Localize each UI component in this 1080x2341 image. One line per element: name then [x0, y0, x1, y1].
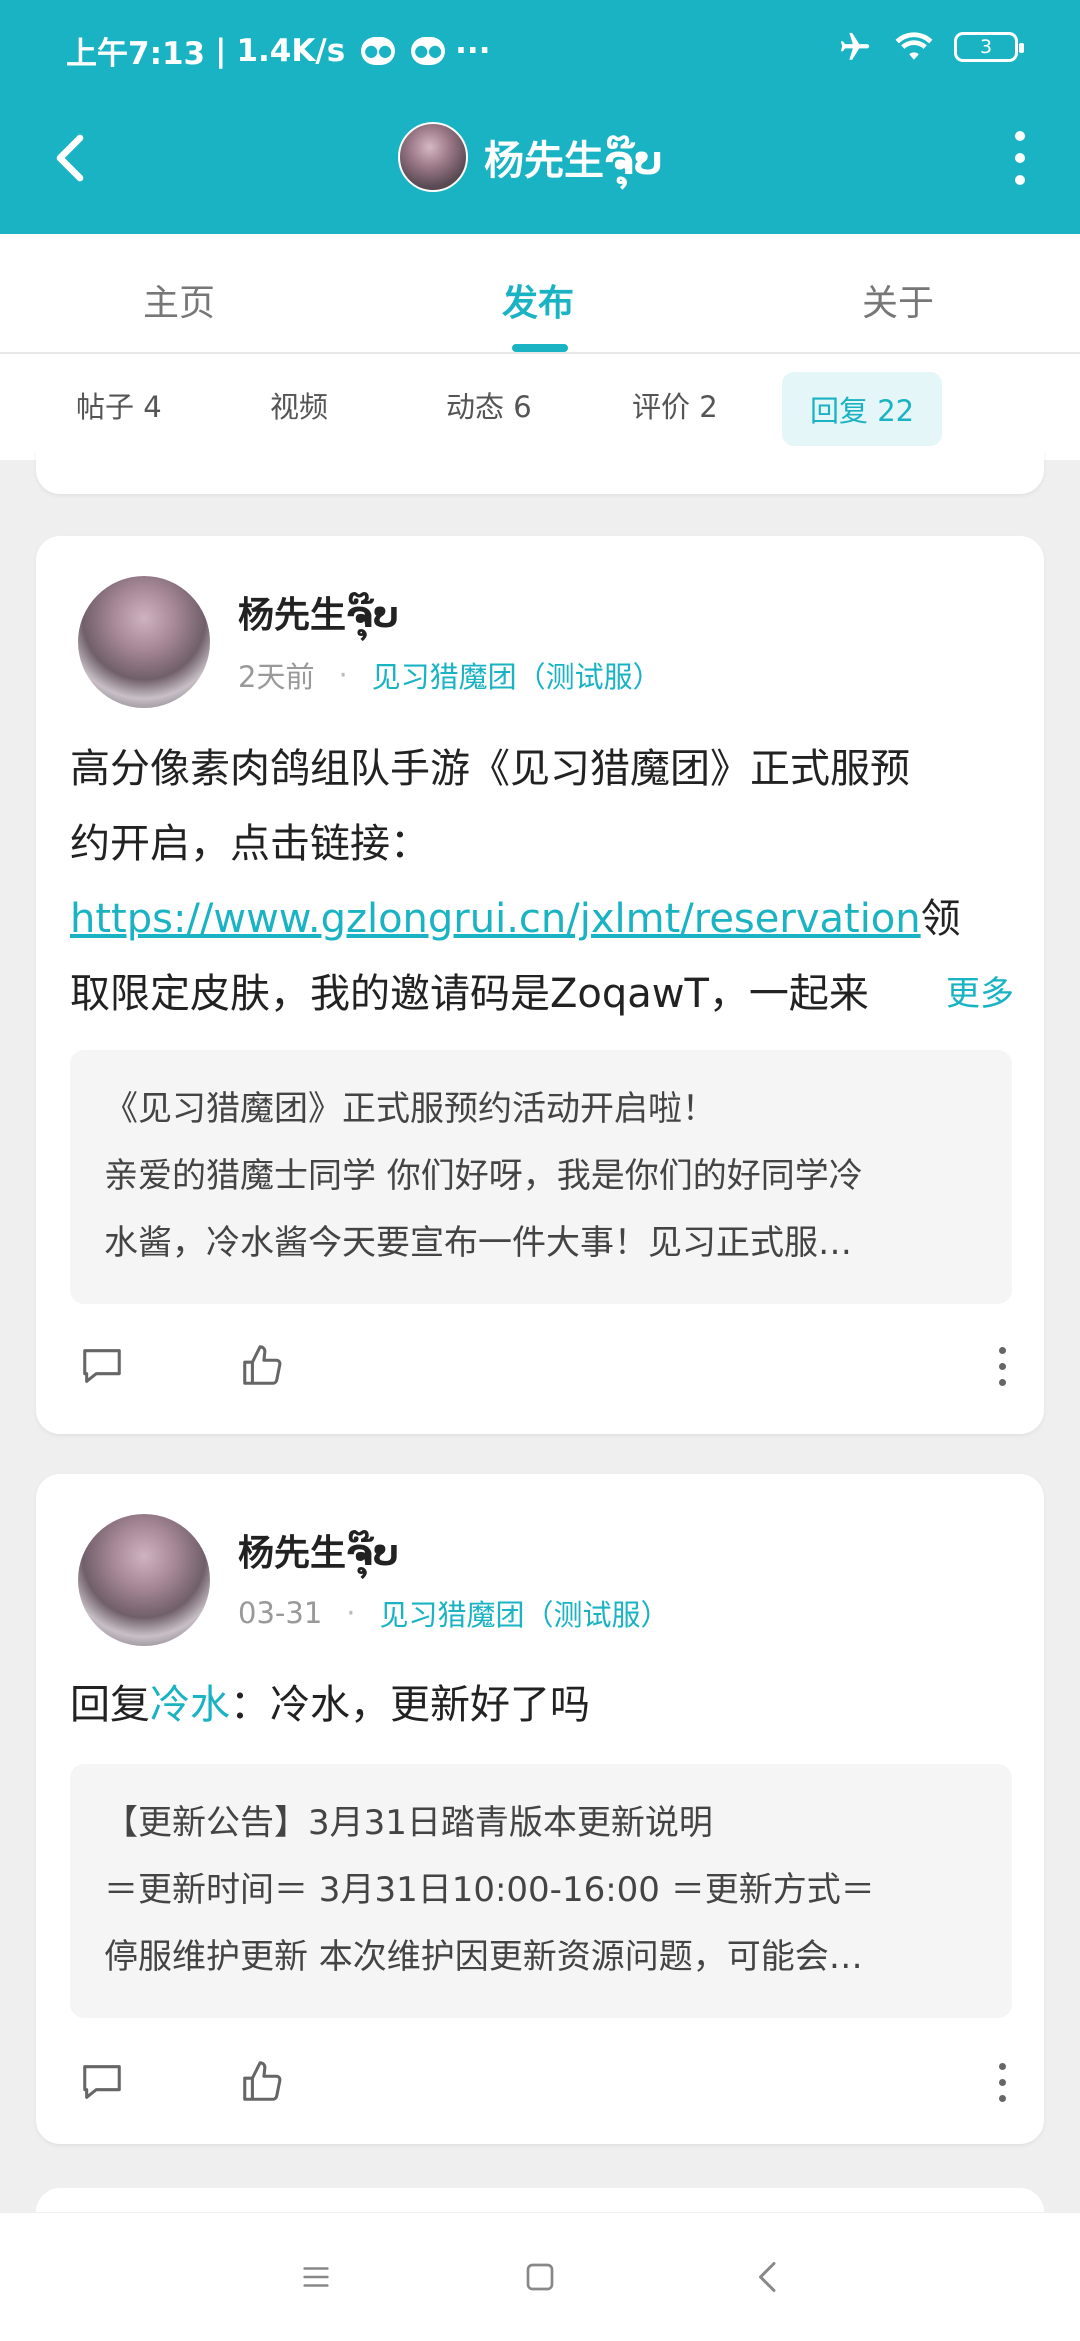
sub-tabs: 帖子 4 视频 动态 6 评价 2 回复 22: [0, 354, 1080, 460]
comment-button[interactable]: [72, 1336, 132, 1396]
avatar[interactable]: [78, 576, 210, 708]
active-tab-indicator: [512, 344, 568, 352]
tab-publish[interactable]: 发布: [502, 274, 574, 326]
back-triangle-icon: [759, 2262, 776, 2292]
thumbs-up-icon: [243, 1345, 282, 1385]
post-meta: 2天前 · 见习猎魔团（测试服）: [238, 654, 662, 696]
post-text[interactable]: 高分像素肉鸽组队手游《见习猎魔团》正式服预 约开启，点击链接： https://…: [70, 732, 1014, 1032]
expand-more-link[interactable]: 更多: [906, 957, 1014, 1032]
game-link[interactable]: 见习猎魔团（测试服）: [380, 1592, 670, 1634]
avatar[interactable]: [78, 1514, 210, 1646]
home-square-icon: [526, 2263, 554, 2291]
post-meta: 03-31 · 见习猎魔团（测试服）: [238, 1592, 670, 1634]
thumbs-up-icon: [243, 2061, 282, 2101]
network-speed: 1.4K/s: [236, 32, 346, 69]
post-actions: [36, 2052, 1044, 2132]
wifi-icon: [895, 32, 933, 60]
tab-about[interactable]: 关于: [862, 274, 934, 326]
subtab-replies[interactable]: 回复 22: [782, 372, 943, 446]
chevron-left-icon: [56, 134, 84, 182]
wechat-icon: ●●: [361, 36, 396, 65]
status-bar: 上午7:13 | 1.4K/s ●● ●● ··· 3: [0, 0, 1080, 100]
subtab-videos[interactable]: 视频: [270, 384, 328, 426]
reply-to-user[interactable]: 冷水: [150, 1682, 230, 1728]
post-more-button[interactable]: [992, 1336, 1012, 1396]
home-button[interactable]: [516, 2253, 564, 2301]
comment-button[interactable]: [72, 2052, 132, 2112]
menu-icon: [303, 2267, 329, 2287]
more-notifications-icon: ···: [455, 32, 491, 69]
more-menu-button[interactable]: [1000, 128, 1040, 188]
airplane-icon: [840, 32, 870, 60]
status-time: 上午7:13: [66, 36, 206, 72]
author-name[interactable]: 杨先生ຈຸ໊ບ: [238, 586, 399, 638]
comment-icon: [83, 2065, 121, 2099]
post-more-button[interactable]: [992, 2052, 1012, 2112]
post-actions: [36, 1336, 1044, 1416]
system-back-button[interactable]: [744, 2253, 792, 2301]
wechat-icon: ●●: [411, 36, 446, 65]
avatar: [398, 122, 468, 192]
reply-card[interactable]: 杨先生ຈຸ໊ບ 03-31 · 见习猎魔团（测试服） 回复冷水：冷水，更新好了吗…: [36, 1474, 1044, 2144]
tab-home[interactable]: 主页: [143, 274, 215, 326]
game-link[interactable]: 见习猎魔团（测试服）: [372, 654, 662, 696]
like-button[interactable]: [232, 2052, 292, 2112]
quoted-post[interactable]: 《见习猎魔团》正式服预约活动开启啦！ 亲爱的猎魔士同学 你们好呀，我是你们的好同…: [70, 1050, 1012, 1304]
comment-icon: [83, 1349, 121, 1383]
system-nav-bar: [0, 2212, 1080, 2341]
app-header: 上午7:13 | 1.4K/s ●● ●● ··· 3 杨先生ຈຸ໊ບ: [0, 0, 1080, 234]
post-time: 03-31: [238, 1596, 323, 1630]
author-name[interactable]: 杨先生ຈຸ໊ບ: [238, 1524, 399, 1576]
menu-button[interactable]: [292, 2253, 340, 2301]
subtab-moments[interactable]: 动态 6: [446, 384, 532, 426]
reply-card[interactable]: 杨先生ຈຸ໊ບ 2天前 · 见习猎魔团（测试服） 高分像素肉鸽组队手游《见习猎魔…: [36, 536, 1044, 1434]
meta-separator: ·: [346, 1596, 356, 1630]
meta-separator: ·: [338, 658, 348, 692]
battery-icon: 3: [954, 32, 1024, 62]
profile-title[interactable]: 杨先生ຈຸ໊ບ: [398, 122, 663, 192]
like-button[interactable]: [232, 1336, 292, 1396]
subtab-reviews[interactable]: 评价 2: [632, 384, 718, 426]
subtab-posts[interactable]: 帖子 4: [76, 384, 162, 426]
main-tabs: 主页 发布 关于: [0, 234, 1080, 354]
post-text[interactable]: 回复冷水：冷水，更新好了吗: [70, 1668, 1014, 1743]
back-button[interactable]: [40, 128, 100, 188]
previous-card: [36, 450, 1044, 494]
quoted-post[interactable]: 【更新公告】3月31日踏青版本更新说明 ＝更新时间＝ 3月31日10:00-16…: [70, 1764, 1012, 2018]
title-bar: 杨先生ຈຸ໊ບ: [0, 100, 1080, 234]
post-time: 2天前: [238, 660, 315, 694]
reservation-link[interactable]: https://www.gzlongrui.cn/jxlmt/reservati…: [70, 896, 921, 942]
page-title: 杨先生ຈຸ໊ບ: [484, 138, 663, 184]
